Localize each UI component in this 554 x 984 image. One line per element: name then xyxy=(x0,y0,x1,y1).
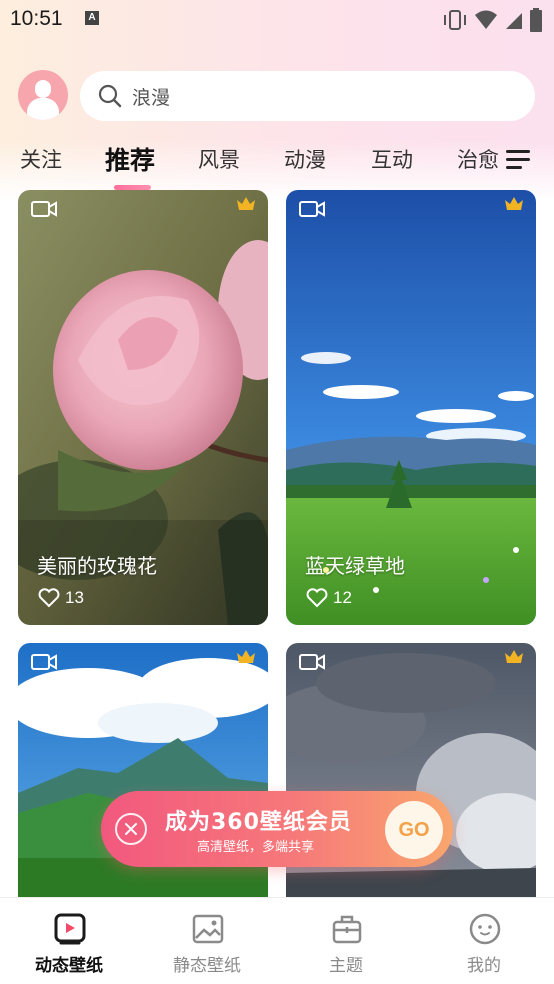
go-button[interactable]: GO xyxy=(385,801,443,859)
search-placeholder: 浪漫 xyxy=(132,86,171,109)
nav-label: 我的 xyxy=(467,956,501,976)
like-count[interactable]: 13 xyxy=(38,588,84,608)
bottom-nav: 动态壁纸 静态壁纸 主题 我的 xyxy=(0,897,554,984)
theme-bag-icon xyxy=(332,915,362,944)
battery-icon xyxy=(530,8,542,32)
status-bar: 10:51 A xyxy=(0,0,554,38)
status-icons xyxy=(442,8,542,32)
video-wallpaper-icon xyxy=(54,913,86,945)
category-tabs: 关注 推荐 风景 动漫 互动 治愈 xyxy=(0,138,554,190)
search-icon xyxy=(98,84,122,108)
menu-icon[interactable] xyxy=(506,150,532,172)
video-icon xyxy=(31,201,57,217)
status-time: 10:51 xyxy=(10,7,63,30)
tab-anime[interactable]: 动漫 xyxy=(284,144,326,174)
like-count-value: 12 xyxy=(333,588,352,607)
tab-scenery[interactable]: 风景 xyxy=(198,144,240,174)
avatar-head xyxy=(35,80,51,98)
vip-crown-icon xyxy=(237,650,255,663)
image-icon xyxy=(192,914,224,944)
tab-follow[interactable]: 关注 xyxy=(20,144,62,174)
wallpaper-card[interactable]: 美丽的玫瑰花 13 xyxy=(18,190,268,625)
signal-icon xyxy=(506,13,522,29)
nav-theme[interactable]: 主题 xyxy=(277,898,415,984)
vip-promo-banner[interactable]: 成为360壁纸会员 高清壁纸，多端共享 GO xyxy=(101,791,453,867)
tab-healing[interactable]: 治愈 xyxy=(457,144,499,174)
vip-crown-icon xyxy=(505,650,523,663)
vibrate-icon xyxy=(444,10,466,30)
wallpaper-card[interactable]: 蓝天绿草地 12 xyxy=(286,190,536,625)
nav-label: 主题 xyxy=(329,956,363,976)
video-icon xyxy=(299,654,325,670)
face-icon xyxy=(469,913,501,945)
nav-dynamic-wallpaper[interactable]: 动态壁纸 xyxy=(0,898,138,984)
avatar-body xyxy=(27,98,59,120)
tab-recommend[interactable]: 推荐 xyxy=(105,141,155,177)
vip-crown-icon xyxy=(237,197,255,210)
notification-icon: A xyxy=(85,11,99,25)
card-title: 蓝天绿草地 xyxy=(305,554,405,578)
nav-label: 静态壁纸 xyxy=(173,956,241,976)
vip-crown-icon xyxy=(505,197,523,210)
video-icon xyxy=(31,654,57,670)
nav-label: 动态壁纸 xyxy=(35,956,103,976)
video-icon xyxy=(299,201,325,217)
nav-mine[interactable]: 我的 xyxy=(415,898,553,984)
heart-icon xyxy=(306,588,328,608)
promo-subtitle: 高清壁纸，多端共享 xyxy=(197,840,315,855)
like-count[interactable]: 12 xyxy=(306,588,352,608)
avatar[interactable] xyxy=(18,70,68,120)
nav-static-wallpaper[interactable]: 静态壁纸 xyxy=(138,898,276,984)
heart-icon xyxy=(38,588,60,608)
card-title: 美丽的玫瑰花 xyxy=(37,554,157,578)
wifi-icon xyxy=(475,10,497,29)
promo-title: 成为360壁纸会员 xyxy=(165,810,352,835)
search-input[interactable]: 浪漫 xyxy=(80,71,535,121)
tab-interactive[interactable]: 互动 xyxy=(371,144,413,174)
like-count-value: 13 xyxy=(65,588,84,607)
close-icon[interactable] xyxy=(115,813,147,845)
